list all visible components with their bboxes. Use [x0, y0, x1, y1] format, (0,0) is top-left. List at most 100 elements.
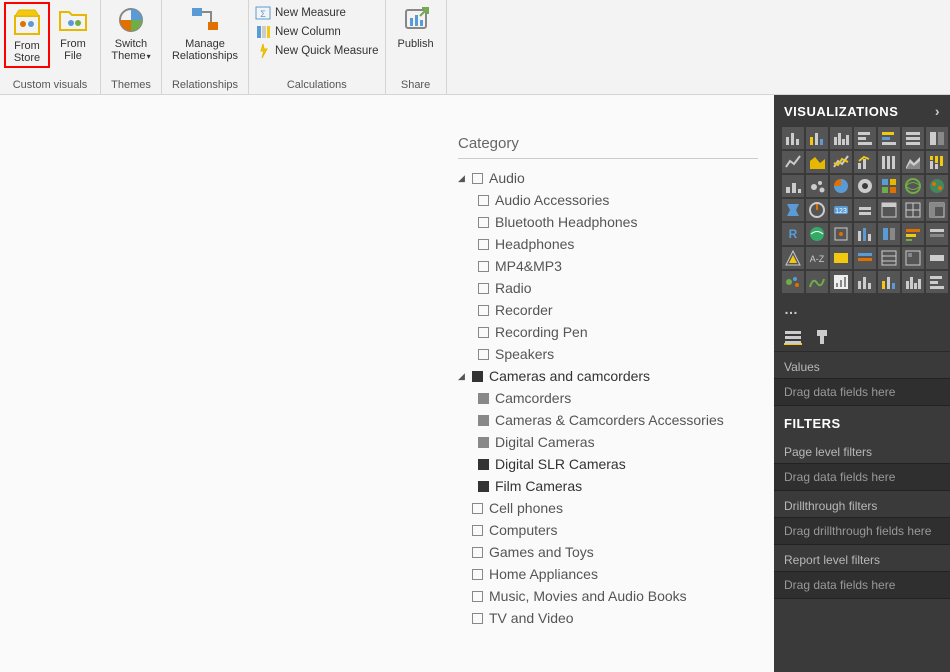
checkbox[interactable] [478, 437, 489, 448]
viz-type-button[interactable] [902, 175, 924, 197]
tree-item[interactable]: Radio [478, 277, 758, 299]
tree-item[interactable]: Recorder [478, 299, 758, 321]
tree-item[interactable]: Digital SLR Cameras [478, 453, 758, 475]
viz-type-button[interactable] [926, 151, 948, 173]
viz-type-button[interactable] [878, 247, 900, 269]
new-column-button[interactable]: New Column [253, 23, 381, 41]
viz-type-button[interactable] [806, 199, 828, 221]
viz-type-button[interactable] [926, 247, 948, 269]
viz-type-button[interactable] [854, 199, 876, 221]
viz-type-button[interactable]: 123 [830, 199, 852, 221]
viz-type-button[interactable] [782, 271, 804, 293]
checkbox[interactable] [478, 283, 489, 294]
publish-button[interactable]: Publish [390, 2, 442, 52]
viz-type-button[interactable] [782, 247, 804, 269]
checkbox[interactable] [478, 195, 489, 206]
viz-type-button[interactable] [878, 127, 900, 149]
viz-type-button[interactable] [854, 127, 876, 149]
viz-type-button[interactable] [830, 151, 852, 173]
viz-type-button[interactable] [782, 199, 804, 221]
from-store-button[interactable]: FromStore [4, 2, 50, 68]
viz-type-button[interactable] [806, 223, 828, 245]
tree-item[interactable]: ◢Cameras and camcorders [458, 365, 758, 387]
checkbox[interactable] [472, 525, 483, 536]
viz-type-button[interactable] [902, 127, 924, 149]
fields-tab[interactable] [784, 329, 802, 345]
filter-drop-well[interactable]: Drag drillthrough fields here [774, 517, 950, 545]
tree-item[interactable]: Film Cameras [478, 475, 758, 497]
checkbox[interactable] [472, 371, 483, 382]
viz-type-button[interactable] [902, 223, 924, 245]
viz-type-button[interactable] [878, 223, 900, 245]
viz-type-button[interactable] [782, 175, 804, 197]
viz-type-button[interactable] [854, 151, 876, 173]
viz-type-button[interactable] [854, 271, 876, 293]
tree-item[interactable]: Computers [458, 519, 758, 541]
report-canvas[interactable]: Category ◢AudioAudio AccessoriesBluetoot… [0, 95, 774, 672]
tree-item[interactable]: Digital Cameras [478, 431, 758, 453]
viz-type-button[interactable] [806, 175, 828, 197]
tree-item[interactable]: Home Appliances [458, 563, 758, 585]
manage-relationships-button[interactable]: ManageRelationships [166, 2, 244, 64]
viz-type-button[interactable] [782, 151, 804, 173]
viz-type-button[interactable] [926, 127, 948, 149]
viz-type-button[interactable] [830, 223, 852, 245]
filter-drop-well[interactable]: Drag data fields here [774, 571, 950, 599]
viz-type-button[interactable]: A-Z [806, 247, 828, 269]
tree-item[interactable]: Cell phones [458, 497, 758, 519]
checkbox[interactable] [478, 261, 489, 272]
tree-item[interactable]: Headphones [478, 233, 758, 255]
checkbox[interactable] [472, 569, 483, 580]
viz-type-button[interactable] [926, 271, 948, 293]
viz-type-button[interactable] [878, 271, 900, 293]
viz-type-button[interactable] [806, 151, 828, 173]
viz-type-button[interactable] [854, 175, 876, 197]
viz-type-button[interactable] [830, 127, 852, 149]
tree-item[interactable]: Bluetooth Headphones [478, 211, 758, 233]
viz-type-button[interactable] [926, 175, 948, 197]
tree-item[interactable]: Music, Movies and Audio Books [458, 585, 758, 607]
values-well[interactable]: Drag data fields here [774, 378, 950, 406]
checkbox[interactable] [472, 591, 483, 602]
viz-type-button[interactable] [878, 151, 900, 173]
checkbox[interactable] [478, 481, 489, 492]
slicer-visual[interactable]: Category ◢AudioAudio AccessoriesBluetoot… [458, 135, 758, 629]
viz-type-button[interactable] [806, 127, 828, 149]
tree-item[interactable]: Games and Toys [458, 541, 758, 563]
tree-item[interactable]: Cameras & Camcorders Accessories [478, 409, 758, 431]
switch-theme-button[interactable]: SwitchTheme▾ [105, 2, 157, 65]
caret-icon[interactable]: ◢ [458, 167, 466, 189]
tree-item[interactable]: Camcorders [478, 387, 758, 409]
new-quick-measure-button[interactable]: New Quick Measure [253, 42, 381, 60]
caret-icon[interactable]: ◢ [458, 365, 466, 387]
checkbox[interactable] [472, 547, 483, 558]
checkbox[interactable] [478, 349, 489, 360]
visualizations-header[interactable]: VISUALIZATIONS › [774, 95, 950, 127]
viz-type-button[interactable] [830, 175, 852, 197]
viz-type-button[interactable] [902, 151, 924, 173]
checkbox[interactable] [478, 393, 489, 404]
checkbox[interactable] [478, 217, 489, 228]
tree-item[interactable]: TV and Video [458, 607, 758, 629]
tree-item[interactable]: MP4&MP3 [478, 255, 758, 277]
tree-item[interactable]: ◢Audio [458, 167, 758, 189]
format-tab[interactable] [814, 329, 832, 345]
checkbox[interactable] [478, 459, 489, 470]
tree-item[interactable]: Speakers [478, 343, 758, 365]
more-visuals-button[interactable]: … [774, 299, 950, 323]
viz-type-button[interactable] [878, 175, 900, 197]
viz-type-button[interactable]: R [782, 223, 804, 245]
viz-type-button[interactable] [782, 127, 804, 149]
viz-type-button[interactable] [830, 247, 852, 269]
from-file-button[interactable]: FromFile [50, 2, 96, 64]
viz-type-button[interactable] [830, 271, 852, 293]
checkbox[interactable] [472, 613, 483, 624]
checkbox[interactable] [478, 305, 489, 316]
viz-type-button[interactable] [902, 247, 924, 269]
viz-type-button[interactable] [878, 199, 900, 221]
viz-type-button[interactable] [854, 223, 876, 245]
checkbox[interactable] [478, 415, 489, 426]
viz-type-button[interactable] [806, 271, 828, 293]
viz-type-button[interactable] [902, 199, 924, 221]
tree-item[interactable]: Audio Accessories [478, 189, 758, 211]
